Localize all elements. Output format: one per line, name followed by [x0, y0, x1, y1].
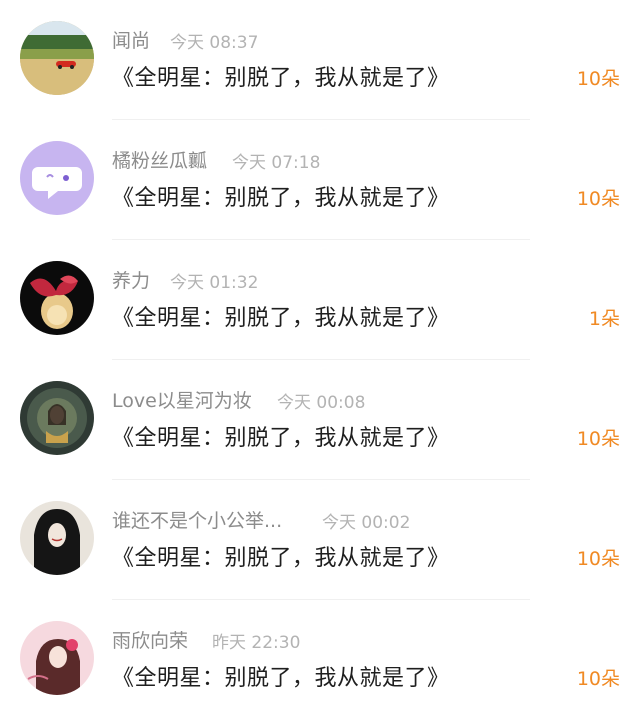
timestamp: 今天 00:02 [322, 513, 411, 533]
pink-girl-avatar[interactable] [20, 621, 94, 695]
list-item[interactable]: 养力 今天 01:32 《全明星：别脱了，我从就是了》 1朵 [0, 240, 640, 360]
gift-list: 闻尚 今天 08:37 《全明星：别脱了，我从就是了》 10朵 橘粉丝瓜瓤 今天… [0, 0, 640, 713]
flower-count: 10朵 [576, 188, 620, 210]
list-item[interactable]: 谁还不是个小公举... 今天 00:02 《全明星：别脱了，我从就是了》 10朵 [0, 480, 640, 600]
timestamp: 今天 00:08 [277, 393, 366, 413]
list-item[interactable]: 闻尚 今天 08:37 《全明星：别脱了，我从就是了》 10朵 [0, 0, 640, 120]
ink-girl-avatar[interactable] [20, 501, 94, 575]
book-title[interactable]: 《全明星：别脱了，我从就是了》 [112, 180, 450, 212]
timestamp: 今天 01:32 [170, 273, 259, 293]
fantasy-girl-avatar[interactable] [20, 381, 94, 455]
user-name[interactable]: 闻尚 [112, 26, 150, 53]
list-item[interactable]: 雨欣向荣 昨天 22:30 《全明星：别脱了，我从就是了》 10朵 [0, 600, 640, 720]
book-title[interactable]: 《全明星：别脱了，我从就是了》 [112, 300, 450, 332]
list-item[interactable]: 橘粉丝瓜瓤 今天 07:18 《全明星：别脱了，我从就是了》 10朵 [0, 120, 640, 240]
flower-count: 1朵 [588, 308, 620, 330]
flower-count: 10朵 [576, 428, 620, 450]
landscape-car-avatar[interactable] [20, 21, 94, 95]
user-name[interactable]: 养力 [112, 266, 150, 293]
flower-count: 10朵 [576, 668, 620, 690]
user-name[interactable]: 橘粉丝瓜瓤 [112, 146, 207, 173]
user-name[interactable]: Love以星河为妆 [112, 386, 252, 413]
flower-vase-avatar[interactable] [20, 261, 94, 335]
list-item[interactable]: Love以星河为妆 今天 00:08 《全明星：别脱了，我从就是了》 10朵 [0, 360, 640, 480]
book-title[interactable]: 《全明星：别脱了，我从就是了》 [112, 660, 450, 692]
book-title[interactable]: 《全明星：别脱了，我从就是了》 [112, 540, 450, 572]
book-title[interactable]: 《全明星：别脱了，我从就是了》 [112, 60, 450, 92]
timestamp: 昨天 22:30 [212, 633, 301, 653]
user-name[interactable]: 雨欣向荣 [112, 626, 188, 653]
chat-bubble-avatar[interactable] [20, 141, 94, 215]
timestamp: 今天 07:18 [232, 153, 321, 173]
user-name[interactable]: 谁还不是个小公举... [112, 506, 282, 533]
timestamp: 今天 08:37 [170, 33, 259, 53]
book-title[interactable]: 《全明星：别脱了，我从就是了》 [112, 420, 450, 452]
flower-count: 10朵 [576, 68, 620, 90]
flower-count: 10朵 [576, 548, 620, 570]
